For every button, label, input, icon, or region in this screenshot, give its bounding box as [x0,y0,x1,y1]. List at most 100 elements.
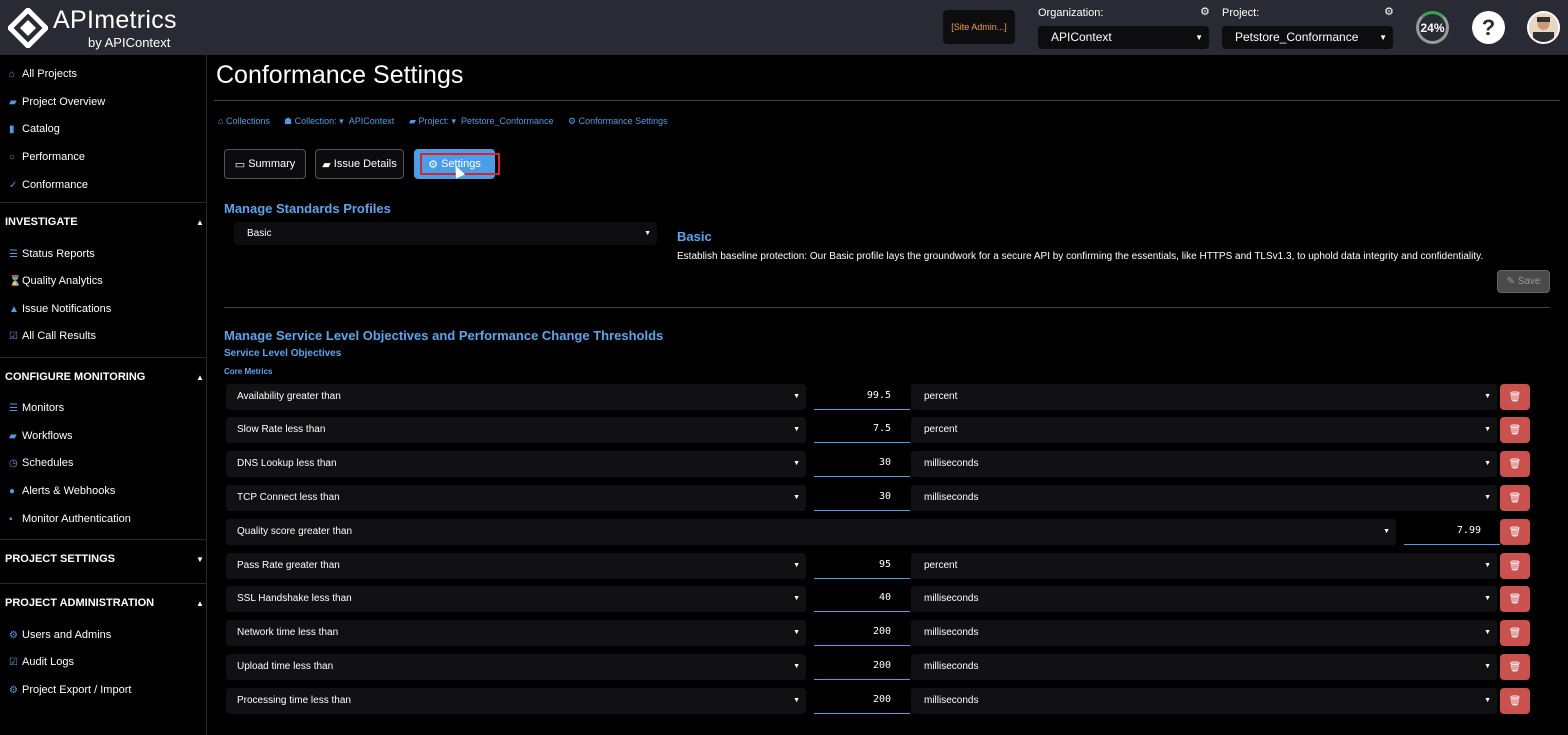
tab-issue-details[interactable]: ▰ Issue Details [315,149,404,179]
check-icon: ✓ [9,180,18,191]
brand-name[interactable]: APImetrics [53,6,177,35]
chevron-down-icon[interactable]: ▼ [196,555,204,564]
core-metrics-label: Core Metrics [224,367,273,376]
sidebar-item-all-call-results[interactable]: ☑ All Call Results [9,330,96,342]
breadcrumb-collections[interactable]: ⌂ Collections [218,116,270,126]
chevron-down-icon: ▼ [793,393,800,400]
sidebar-item-users-admins[interactable]: ⚙ Users and Admins [9,629,111,641]
chevron-down-icon: ▼ [793,426,800,433]
unit-select[interactable]: percent ▼ [911,553,1497,579]
chevron-down-icon: ▼ [1484,460,1491,467]
metric-select[interactable]: Processing time less than ▼ [226,688,806,714]
trash-icon: 🗑 [1508,560,1522,572]
profile-value: Basic [247,228,272,239]
metric-select[interactable]: Upload time less than ▼ [226,654,806,680]
threshold-input[interactable]: 200 [814,654,910,680]
metric-select[interactable]: Quality score greater than ▼ [226,519,1396,545]
folder-icon: ▰ [409,116,416,126]
unit-select[interactable]: milliseconds ▼ [911,688,1497,714]
sidebar-item-catalog[interactable]: ▮ Catalog [9,123,60,135]
help-icon[interactable]: ? [1472,11,1505,44]
delete-button[interactable]: 🗑 [1500,620,1530,646]
delete-button[interactable]: 🗑 [1500,451,1530,477]
threshold-input[interactable]: 30 [814,451,910,477]
metric-select[interactable]: Slow Rate less than ▼ [226,417,806,443]
delete-button[interactable]: 🗑 [1500,485,1530,511]
sidebar-item-monitors[interactable]: ☰ Monitors [9,402,64,414]
delete-button[interactable]: 🗑 [1500,553,1530,579]
metric-select[interactable]: DNS Lookup less than ▼ [226,451,806,477]
sidebar-item-monitor-authentication[interactable]: ▪ Monitor Authentication [9,513,131,525]
sidebar-item-alerts-webhooks[interactable]: ● Alerts & Webhooks [9,485,115,497]
metric-select[interactable]: SSL Handshake less than ▼ [226,586,806,612]
chevron-down-icon: ▼ [644,230,651,237]
check-square-icon: ☑ [9,657,18,668]
metric-label: Availability greater than [237,391,341,402]
tab-summary[interactable]: ▭ Summary [224,149,306,179]
check-square-icon: ☑ [9,331,18,342]
edit-icon: ✎ [1506,276,1515,287]
sidebar-item-performance[interactable]: ○ Performance [9,151,85,163]
chevron-up-icon[interactable]: ▲ [196,373,204,382]
sidebar-item-workflows[interactable]: ▰ Workflows [9,430,73,442]
threshold-input[interactable]: 7.5 [814,417,910,443]
delete-button[interactable]: 🗑 [1500,384,1530,410]
chevron-down-icon: ▾ [451,116,456,126]
breadcrumb-collection[interactable]: ☗ Collection: ▾ APIContext [284,116,394,127]
sidebar-item-conformance[interactable]: ✓ Conformance [9,179,88,191]
metric-select[interactable]: Availability greater than ▼ [226,384,806,410]
unit-select[interactable]: percent ▼ [911,384,1497,410]
section-configure-monitoring[interactable]: CONFIGURE MONITORING [5,371,145,383]
threshold-input[interactable]: 200 [814,620,910,646]
unit-select[interactable]: milliseconds ▼ [911,654,1497,680]
standards-profile-select[interactable]: Basic ▼ [234,222,657,245]
chevron-up-icon[interactable]: ▲ [196,599,204,608]
section-investigate[interactable]: INVESTIGATE [5,216,78,228]
sidebar-item-schedules[interactable]: ◷ Schedules [9,457,73,469]
unit-select[interactable]: milliseconds ▼ [911,586,1497,612]
section-project-settings[interactable]: PROJECT SETTINGS [5,553,115,565]
sidebar-item-project-export-import[interactable]: ⚙ Project Export / Import [9,684,131,696]
metric-select[interactable]: TCP Connect less than ▼ [226,485,806,511]
project-select[interactable]: Petstore_Conformance ▼ [1222,26,1393,49]
threshold-input[interactable]: 99.5 [814,384,910,410]
sidebar-item-all-projects[interactable]: ⌂ All Projects [9,68,77,80]
sidebar-item-quality-analytics[interactable]: ⌛Quality Analytics [9,275,103,287]
usage-progress-indicator[interactable]: 24% [1416,11,1449,44]
metric-select[interactable]: Pass Rate greater than ▼ [226,553,806,579]
section-project-administration[interactable]: PROJECT ADMINISTRATION [5,597,154,609]
breadcrumb-conformance-settings[interactable]: ⚙ Conformance Settings [568,116,668,127]
trash-icon: 🗑 [1508,627,1522,639]
profile-title: Basic [677,229,712,244]
breadcrumb-project[interactable]: ▰ Project: ▾ Petstore_Conformance [409,116,554,127]
threshold-input[interactable]: 30 [814,485,910,511]
sidebar-item-project-overview[interactable]: ▰ Project Overview [9,96,105,108]
user-avatar[interactable] [1527,11,1560,44]
delete-button[interactable]: 🗑 [1500,417,1530,443]
site-admin-button[interactable]: [Site Admin...] [943,10,1015,44]
threshold-input[interactable]: 40 [814,586,910,612]
unit-select[interactable]: milliseconds ▼ [911,485,1497,511]
project-gear-icon[interactable]: ⚙ [1384,5,1394,18]
unit-label: milliseconds [924,627,979,638]
threshold-input[interactable]: 200 [814,688,910,714]
org-gear-icon[interactable]: ⚙ [1200,5,1210,18]
organization-select[interactable]: APIContext ▼ [1038,26,1209,49]
chevron-down-icon: ▼ [1484,494,1491,501]
threshold-input[interactable]: 95 [814,553,910,579]
sidebar-item-audit-logs[interactable]: ☑ Audit Logs [9,656,74,668]
delete-button[interactable]: 🗑 [1500,586,1530,612]
unit-select[interactable]: percent ▼ [911,417,1497,443]
delete-button[interactable]: 🗑 [1500,519,1530,545]
save-button[interactable]: ✎ Save [1497,270,1550,293]
delete-button[interactable]: 🗑 [1500,688,1530,714]
unit-select[interactable]: milliseconds ▼ [911,620,1497,646]
delete-button[interactable]: 🗑 [1500,654,1530,680]
threshold-input[interactable]: 7.99 [1404,519,1500,545]
sidebar-item-status-reports[interactable]: ☰ Status Reports [9,248,95,260]
metric-select[interactable]: Network time less than ▼ [226,620,806,646]
chevron-up-icon[interactable]: ▲ [196,218,204,227]
unit-select[interactable]: milliseconds ▼ [911,451,1497,477]
apimetrics-logo-icon[interactable] [8,8,48,48]
sidebar-item-issue-notifications[interactable]: ▲ Issue Notifications [9,303,111,315]
